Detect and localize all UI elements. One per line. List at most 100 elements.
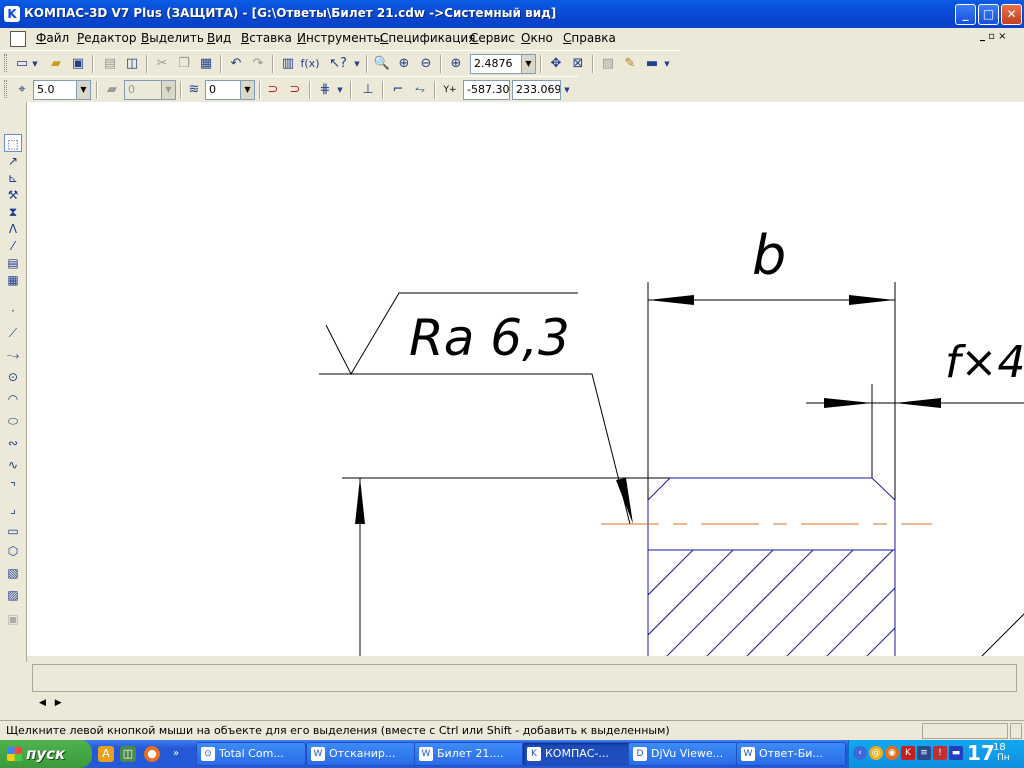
fill-icon[interactable]: ▨ [4, 586, 22, 604]
show-all-icon[interactable]: ⊠ [568, 54, 588, 74]
toolbar-grip[interactable] [4, 54, 7, 72]
dimensions-icon[interactable]: ⊾ [4, 169, 22, 187]
rectangle-icon[interactable]: ▭ [4, 522, 22, 540]
hatch-icon[interactable]: ▧ [4, 564, 22, 582]
menu-window[interactable]: Окно [521, 31, 553, 45]
close-button[interactable]: ✕ [1001, 4, 1022, 25]
print-preview-icon[interactable]: ◫ [122, 54, 142, 74]
chevron-down-icon[interactable]: ▼ [335, 80, 345, 100]
chevron-down-icon[interactable]: ▼ [77, 80, 91, 100]
x-coordinate-field[interactable]: -587.30 [463, 80, 510, 100]
start-button[interactable]: пуск [0, 740, 92, 768]
task-button[interactable]: W Билет 21.... [414, 742, 524, 766]
tree-icon[interactable]: ▨ [598, 54, 618, 74]
parametrize-icon[interactable]: Λ [4, 220, 22, 238]
redo-icon[interactable]: ↷ [248, 54, 268, 74]
language-flag-icon[interactable]: ▬ [949, 746, 963, 760]
property-panel-area[interactable] [32, 664, 1017, 692]
chamfer-icon[interactable]: ⌝ [4, 478, 22, 496]
manager-icon[interactable]: ▥ [278, 54, 298, 74]
drawing-svg[interactable]: b Ra 6,3 f×4. [27, 102, 1024, 656]
fx-variables-button[interactable]: f(x) [299, 54, 321, 74]
ortho-icon[interactable]: ⌐ [388, 80, 408, 100]
quicklaunch-icon[interactable]: ● [144, 746, 160, 762]
ellipse-icon[interactable]: ⬭ [4, 412, 22, 430]
chevron-down-icon[interactable]: ▼ [522, 54, 536, 74]
menu-file[interactable]: Файл [36, 31, 69, 45]
contour-icon[interactable]: ▣ [4, 610, 22, 628]
zoom-in-icon[interactable]: ⊕ [394, 54, 414, 74]
kompas-app-icon[interactable]: K [4, 6, 20, 22]
curve-icon[interactable]: ∿ [4, 456, 22, 474]
chevron-down-icon[interactable]: ▼ [241, 80, 255, 100]
cursor-step-icon[interactable]: ⌖ [12, 80, 32, 100]
tray-icon[interactable]: ! [933, 746, 947, 760]
point-icon[interactable]: · [4, 302, 22, 320]
fillet-icon[interactable]: ⌟ [4, 500, 22, 518]
task-button[interactable]: D DjVu Viewe... [628, 742, 738, 766]
grid-icon[interactable]: ⋕ [315, 80, 335, 100]
document-window-controls[interactable]: _ ▫ × [980, 31, 1007, 42]
layer-icon[interactable]: ▰ [102, 80, 122, 100]
menu-tools[interactable]: Инструменты [297, 31, 383, 45]
chevron-down-icon[interactable]: ▼ [30, 54, 40, 74]
cut-icon[interactable]: ✂ [152, 54, 172, 74]
tray-icon[interactable]: @ [869, 746, 883, 760]
new-document-icon[interactable]: ▭ [12, 54, 32, 74]
snap-icon[interactable]: ⊃ [263, 80, 283, 100]
layer-field[interactable]: 0 [124, 80, 162, 100]
geometry-icon[interactable]: ↗ [4, 152, 22, 170]
document-icon[interactable] [10, 31, 26, 47]
help-pointer-icon[interactable]: ↖? [328, 54, 348, 74]
quicklaunch-more-icon[interactable]: » [168, 746, 184, 762]
quicklaunch-icon[interactable]: ◫ [120, 746, 136, 762]
zoom-scale-icon[interactable]: ⊕ [446, 54, 466, 74]
line-icon[interactable]: ⟋ [4, 324, 22, 342]
minimize-button[interactable]: _ [955, 4, 976, 25]
menu-insert[interactable]: Вставка [241, 31, 292, 45]
panel-icon[interactable]: ▬ [642, 54, 662, 74]
save-icon[interactable]: ▣ [68, 54, 88, 74]
view-layers-icon[interactable]: ≋ [184, 80, 204, 100]
print-icon[interactable]: ▤ [100, 54, 120, 74]
select-panel-icon[interactable]: ▤ [4, 254, 22, 272]
task-button[interactable]: W Ответ-Би... [736, 742, 846, 766]
segment-icon[interactable]: ⤍ [4, 346, 22, 364]
curve-icon[interactable]: ⥊ [410, 80, 430, 100]
tray-icon[interactable]: K [901, 746, 915, 760]
view-field[interactable]: 0 [205, 80, 241, 100]
polygon-icon[interactable]: ⬡ [4, 542, 22, 560]
chevron-down-icon[interactable]: ▼ [562, 80, 572, 100]
menu-specification[interactable]: Спецификация [380, 31, 475, 45]
menu-help[interactable]: Справка [563, 31, 616, 45]
task-button-active[interactable]: K КОМПАС-... [522, 742, 632, 766]
select-icon[interactable]: ⬚ [4, 134, 22, 152]
designations-icon[interactable]: ⚒ [4, 186, 22, 204]
spline-icon[interactable]: ∾ [4, 434, 22, 452]
pan-icon[interactable]: ✥ [546, 54, 566, 74]
spec-icon[interactable]: ▦ [4, 271, 22, 289]
local-cs-icon[interactable]: ⊥ [358, 80, 378, 100]
tray-icon[interactable]: ≡ [917, 746, 931, 760]
nav-left-icon[interactable]: ◀ [39, 698, 46, 708]
tray-arrow-icon[interactable]: ‹ [853, 746, 867, 760]
snap-local-icon[interactable]: ⊃ [285, 80, 305, 100]
paste-icon[interactable]: ▦ [196, 54, 216, 74]
task-button[interactable]: ⊙ Total Com... [196, 742, 306, 766]
zoom-scale-field[interactable]: 2.4876 [470, 54, 522, 74]
menu-edit[interactable]: Редактор [77, 31, 136, 45]
drawing-canvas[interactable]: b Ra 6,3 f×4. [27, 102, 1024, 656]
menu-view[interactable]: Вид [207, 31, 231, 45]
measure-icon[interactable]: ⁄ [4, 237, 22, 255]
cursor-step-field[interactable]: 5.0 [33, 80, 77, 100]
zoom-out-icon[interactable]: ⊖ [416, 54, 436, 74]
copy-icon[interactable]: ❐ [174, 54, 194, 74]
arc-icon[interactable]: ◠ [4, 390, 22, 408]
edit-icon[interactable]: ⧗ [4, 203, 22, 221]
chevron-down-icon[interactable]: ▼ [662, 54, 672, 74]
menu-select[interactable]: Выделить [141, 31, 204, 45]
open-folder-icon[interactable]: ▰ [46, 54, 66, 74]
chevron-down-icon[interactable]: ▼ [352, 54, 362, 74]
brush-icon[interactable]: ✎ [620, 54, 640, 74]
maximize-button[interactable]: □ [978, 4, 999, 25]
